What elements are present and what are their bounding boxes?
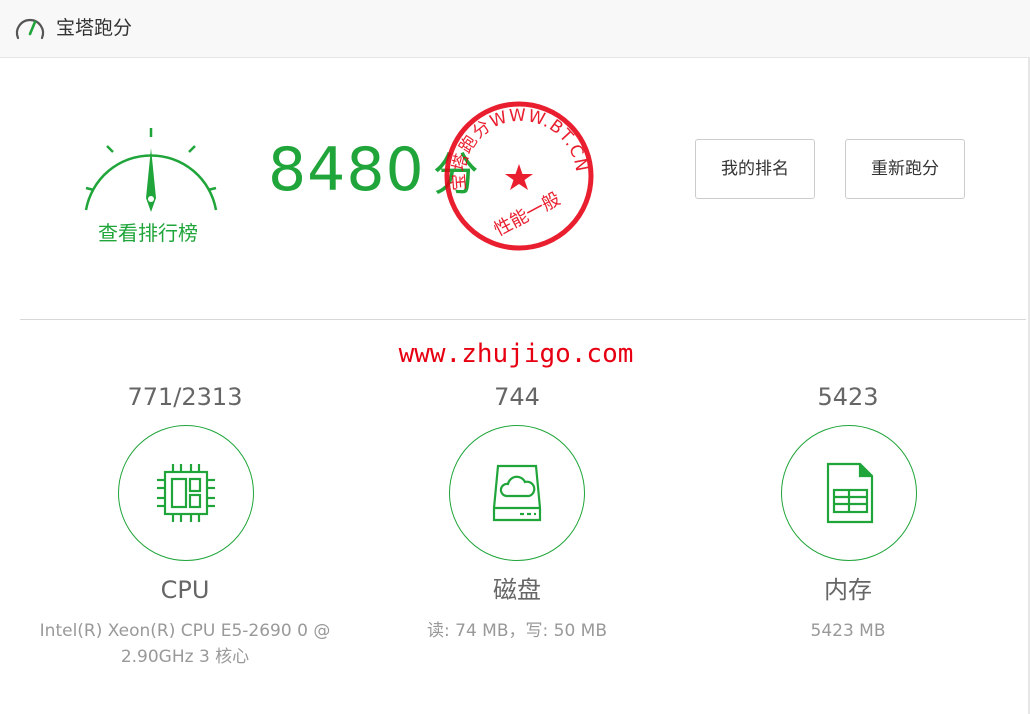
metric-ring [449,425,585,561]
metric-name: CPU [160,576,210,604]
metric-ring [781,425,917,561]
speedometer-icon [15,18,45,40]
disk-drive-icon [492,464,542,522]
metric-name: 磁盘 [493,576,541,604]
title-bar: 宝塔跑分 [0,0,1030,58]
metric-ring [118,425,254,561]
watermark-text: www.zhujigo.com [398,339,634,369]
stamp-star-icon [505,164,533,190]
metric-value: 744 [494,383,540,411]
window-title: 宝塔跑分 [56,17,133,39]
section-divider [20,319,1026,320]
view-leaderboard-link[interactable]: 查看排行榜 [98,218,198,248]
metric-value: 5423 [817,383,879,411]
metric-description: 5423 MB [810,621,886,641]
stamp-verdict: 性能一般 [491,189,564,241]
memory-icon [826,462,874,524]
metric-value: 771/2313 [127,383,243,411]
metric-cpu: 771/2313 CPU Intel(R) Xeon(R) CPU E5-269… [20,380,350,667]
performance-stamp: 宝塔跑分WWW.BT.CN 性能一般 [444,101,594,251]
gauge-icon[interactable] [80,124,222,220]
metric-disk: 744 磁盘 读: 74 MB，写: 50 MB [352,380,682,641]
metric-description: 读: 74 MB，写: 50 MB [427,621,607,641]
my-rank-button[interactable]: 我的排名 [695,139,815,199]
rerun-benchmark-button[interactable]: 重新跑分 [845,139,965,199]
metric-description: Intel(R) Xeon(R) CPU E5-2690 0 @ 2.90GHz… [39,621,331,667]
metric-name: 内存 [824,576,872,604]
score-value: 8480 [268,135,425,205]
cpu-chip-icon [157,464,215,522]
metric-memory: 5423 内存 5423 MB [683,380,1013,641]
